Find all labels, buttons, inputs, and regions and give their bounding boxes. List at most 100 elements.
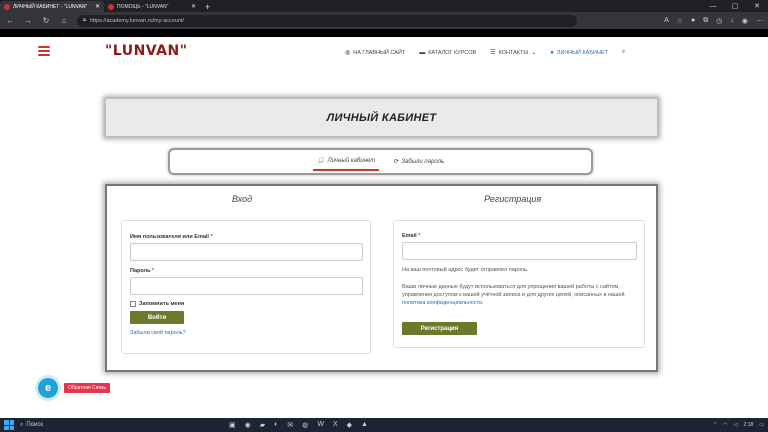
forgot-password-link[interactable]: Забыли свой пароль? — [130, 330, 186, 336]
minimize-icon[interactable]: — — [702, 1, 724, 12]
tab-label: Личный кабинет — [327, 157, 376, 164]
address-bar[interactable]: 🔒︎ https://academy.lunvan.ru/my-account/ — [77, 14, 577, 27]
clock[interactable]: 2:18 — [744, 422, 754, 428]
search-button[interactable]: ⌕ — [622, 49, 625, 56]
tab-personal-account[interactable]: 👤︎ Личный кабинет — [312, 153, 380, 171]
refresh-icon: ⟳ — [393, 159, 399, 165]
password-input[interactable] — [130, 277, 363, 295]
remember-me[interactable]: Запомнить меня — [130, 301, 184, 307]
folder-icon: ▬ — [419, 49, 426, 56]
app-icon[interactable]: ◆ — [347, 421, 352, 429]
downloads-icon[interactable]: ↓ — [730, 17, 734, 25]
account-subtabs: 👤︎ Личный кабинет ⟳ Забыли пароль — [168, 148, 593, 175]
required-mark: * — [418, 233, 421, 239]
history-icon[interactable]: ◷ — [716, 17, 722, 25]
profile-icon[interactable]: ◉ — [742, 17, 748, 25]
forward-icon[interactable]: → — [23, 16, 33, 25]
reload-icon[interactable]: ↻ — [41, 16, 51, 25]
page-title-box: ЛИЧНЫЙ КАБИНЕТ — [105, 98, 658, 137]
tab-title: ЛИЧНЫЙ КАБИНЕТ - "LUNVAN" — [13, 3, 88, 10]
nav-contacts[interactable]: ☰ КОНТАКТЫ ⌄ — [490, 49, 536, 57]
browser-toolbar: ← → ↻ ⌂ 🔒︎ https://academy.lunvan.ru/my-… — [0, 12, 768, 29]
windows-start-icon[interactable] — [4, 420, 14, 430]
windows-taskbar: ⌕ Поиск ▣ ◉ ▰ ◐ ✉ ◍ W X ◆ ▲ ⌃ ◠ ◁ 2:18 ▭ — [0, 418, 768, 432]
excel-icon[interactable]: X — [333, 421, 338, 429]
site-favicon-icon — [108, 3, 114, 10]
email-label-text: Email — [402, 233, 417, 239]
explorer-icon[interactable]: ▰ — [260, 421, 265, 429]
read-aloud-icon[interactable]: A — [664, 17, 669, 25]
browser-extensions: A ☆ ● ⧉ ◷ ↓ ◉ ⋯ — [664, 17, 763, 25]
user-icon: 👤︎ — [316, 158, 325, 164]
browser-tab-active[interactable]: ЛИЧНЫЙ КАБИНЕТ - "LUNVAN" ✕ — [0, 1, 104, 12]
favorites-star-icon[interactable]: ☆ — [677, 17, 683, 25]
login-button[interactable]: Войти — [130, 311, 184, 324]
tab-close-icon[interactable]: ✕ — [95, 3, 100, 10]
site-logo[interactable]: "LUNVAN" — [105, 43, 188, 59]
hamburger-menu-icon[interactable] — [38, 46, 50, 58]
email-input[interactable] — [402, 242, 637, 260]
username-label-text: Имя пользователя или Email — [130, 234, 209, 240]
login-heading: Вход — [232, 194, 253, 204]
login-form: Имя пользователя или Email * Пароль * За… — [121, 220, 371, 354]
window-controls: — ▢ ✕ — [702, 1, 768, 12]
notifications-icon[interactable]: ▭ — [759, 422, 764, 428]
password-label-text: Пароль — [130, 268, 151, 274]
site-header: "LUNVAN" ◍ НА ГЛАВНЫЙ САЙТ ▬ КАТАЛОГ КУР… — [0, 37, 768, 69]
browser-tab-inactive[interactable]: ПОМОЩЬ - "LUNVAN" ✕ — [104, 1, 200, 12]
url-text: https://academy.lunvan.ru/my-account/ — [89, 17, 184, 24]
app-icon[interactable]: ▲ — [361, 421, 368, 429]
chrome-icon[interactable]: ◉ — [245, 421, 251, 429]
close-window-icon[interactable]: ✕ — [746, 1, 768, 12]
volume-icon[interactable]: ◁ — [734, 422, 738, 428]
register-form: Email * На ваш почтовый адрес будет отпр… — [393, 220, 645, 348]
feedback-button[interactable]: Обратная Связь — [64, 383, 110, 393]
search-label: Поиск — [26, 422, 44, 428]
network-icon[interactable]: ◠ — [723, 422, 727, 428]
nav-account[interactable]: ● ЛИЧНЫЙ КАБИНЕТ — [550, 49, 608, 56]
collections-icon[interactable]: ⧉ — [703, 17, 708, 25]
whatsapp-icon[interactable]: ◍ — [302, 421, 308, 429]
mail-icon[interactable]: ✉ — [287, 421, 293, 429]
remember-checkbox[interactable] — [130, 301, 136, 307]
maximize-icon[interactable]: ▢ — [724, 1, 746, 12]
nav-label: КОНТАКТЫ — [498, 49, 529, 56]
taskbar-search[interactable]: ⌕ Поиск — [20, 422, 43, 429]
task-view-icon[interactable]: ▣ — [229, 421, 236, 429]
extension-icon[interactable]: ● — [691, 17, 695, 25]
tab-title: ПОМОЩЬ - "LUNVAN" — [117, 3, 169, 10]
email-label: Email * — [402, 233, 420, 239]
menu-dots-icon[interactable]: ⋯ — [756, 17, 763, 25]
lock-icon: 🔒︎ — [83, 17, 86, 23]
tab-forgot-password[interactable]: ⟳ Забыли пароль — [389, 153, 448, 171]
browser-tab-bar: ЛИЧНЫЙ КАБИНЕТ - "LUNVAN" ✕ ПОМОЩЬ - "LU… — [0, 0, 768, 12]
tray-chevron-icon[interactable]: ⌃ — [713, 422, 717, 428]
word-icon[interactable]: W — [317, 421, 324, 429]
new-tab-icon[interactable]: + — [200, 2, 215, 12]
privacy-text: Ваши личные данные будут использоваться … — [402, 283, 634, 307]
taskbar-apps: ▣ ◉ ▰ ◐ ✉ ◍ W X ◆ ▲ — [229, 421, 368, 429]
password-label: Пароль * — [130, 268, 154, 274]
register-button[interactable]: Регистрация — [402, 322, 477, 335]
privacy-policy-link[interactable]: политика конфиденциальности — [402, 300, 482, 306]
site-favicon-icon — [4, 3, 10, 10]
required-mark: * — [152, 268, 155, 274]
system-tray: ⌃ ◠ ◁ 2:18 ▭ — [713, 422, 764, 428]
search-icon: ⌕ — [20, 421, 24, 428]
nav-label: НА ГЛАВНЫЙ САЙТ — [353, 49, 406, 56]
page-title: ЛИЧНЫЙ КАБИНЕТ — [326, 111, 437, 124]
nav-course-catalog[interactable]: ▬ КАТАЛОГ КУРСОВ — [419, 49, 476, 56]
chat-widget-button[interactable]: e — [38, 378, 58, 398]
nav-main-site[interactable]: ◍ НА ГЛАВНЫЙ САЙТ — [345, 49, 406, 57]
tab-close-icon[interactable]: ✕ — [191, 3, 196, 10]
username-label: Имя пользователя или Email * — [130, 234, 213, 240]
back-icon[interactable]: ← — [5, 16, 15, 25]
edge-icon[interactable]: ◐ — [274, 421, 278, 429]
remember-label: Запомнить меня — [139, 301, 185, 307]
user-icon: ● — [550, 49, 554, 56]
username-input[interactable] — [130, 243, 363, 261]
top-black-strip — [0, 29, 768, 37]
main-nav: ◍ НА ГЛАВНЫЙ САЙТ ▬ КАТАЛОГ КУРСОВ ☰ КОН… — [345, 49, 625, 56]
required-mark: * — [210, 234, 213, 240]
home-icon[interactable]: ⌂ — [59, 16, 69, 25]
